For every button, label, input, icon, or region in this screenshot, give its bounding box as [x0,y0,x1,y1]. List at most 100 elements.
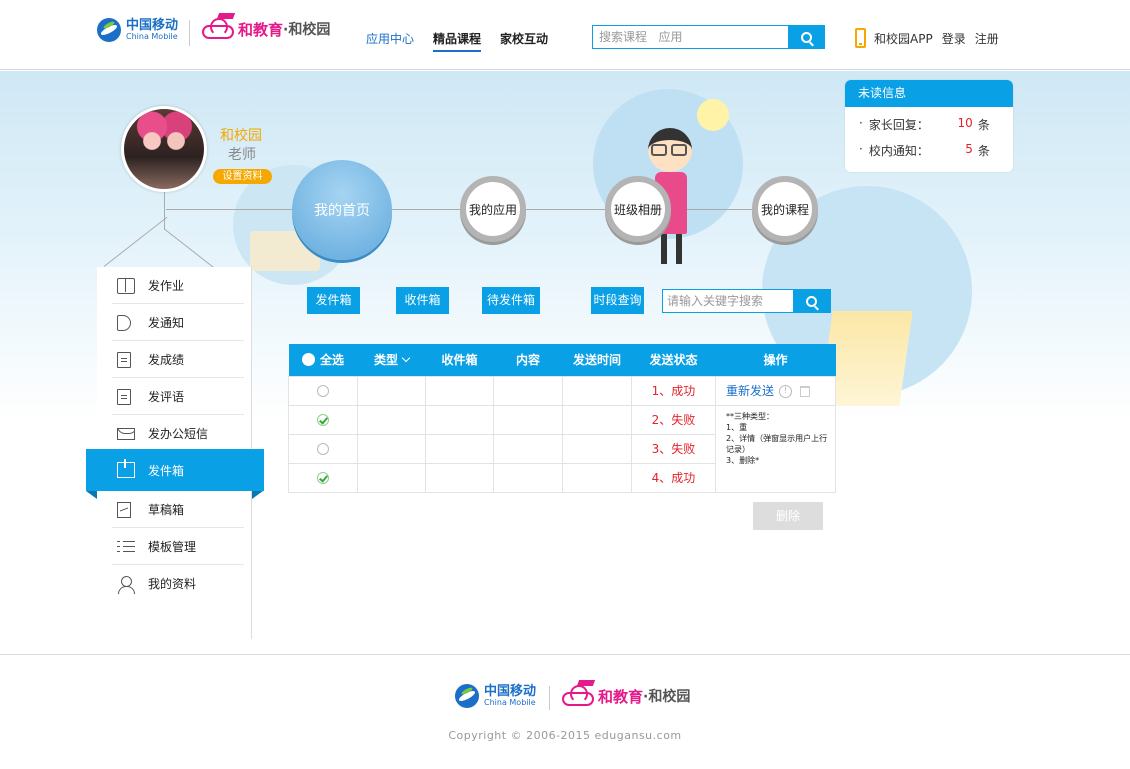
delete-button[interactable]: 删除 [753,502,823,530]
circle-nav-home[interactable]: 我的首页 [292,160,392,260]
sidebar-item-homework[interactable]: 发作业 [97,267,252,304]
sidebar-item-label: 我的资料 [148,577,197,591]
info-icon[interactable]: ! [779,385,793,398]
resend-button[interactable]: 重新发送 [726,384,774,398]
header: 中国移动 China Mobile 和教育 ·和校园 应用中心 精品课程 家校互… [0,0,1130,70]
unread-panel: 未读信息 · 家长回复： 10 条 · 校内通知： 5 条 [845,80,1013,172]
footer-china-mobile-logo: 中国移动 China Mobile [455,684,536,708]
footer-he-logo: 和教育 ·和校园 [560,680,690,709]
send-status: 4、成功 [631,462,716,493]
row-radio[interactable] [317,472,329,484]
china-mobile-en: China Mobile [484,698,536,707]
sidebar-item-templates[interactable]: 模板管理 [97,528,252,565]
he-jiaoyu-logo[interactable]: 和教育 ·和校园 [200,13,331,42]
avatar[interactable] [121,106,207,192]
profile-role: 老师 [228,147,256,163]
cloud-cap-icon [200,13,236,42]
unread-title: 未读信息 [845,80,1013,107]
sidebar-item-profile[interactable]: 我的资料 [97,565,252,602]
cloud-cap-icon [560,680,596,709]
comment-doc-icon [117,388,131,405]
action-note: **三种类型： 1、重 2、详情（弹窗显示用户上行记录） 3、删除* [726,411,828,465]
copyright: Copyright © 2006-2015 edugansu.com [448,729,682,742]
circle-nav-album[interactable]: 班级相册 [605,176,671,242]
row-radio[interactable] [317,414,329,426]
unread-count: 10 [957,116,973,130]
row-radio[interactable] [317,385,329,397]
phone-icon [855,28,866,48]
sidebar-item-outbox[interactable]: 发件箱 [86,449,264,491]
china-mobile-logo[interactable]: 中国移动 China Mobile [97,18,178,42]
sidebar-item-label: 发评语 [148,390,185,404]
sidebar-item-grades[interactable]: 发成绩 [97,341,252,378]
nav-featured-courses[interactable]: 精品课程 [433,30,482,52]
sidebar-item-label: 发作业 [148,279,185,293]
ribbon-fold [86,491,97,499]
search-icon [800,31,812,43]
sun-icon [697,99,729,131]
profile-settings-button[interactable]: 设置资料 [213,169,272,184]
inbox-header: 收件箱 [425,344,494,376]
outbox-table: 全选 类型 收件箱 内容 发送时间 发送状态 操作 1、成功 重新发送! 2、失… [288,344,836,493]
sidebar-item-label: 发通知 [148,316,185,330]
unread-label: 家长回复： [868,118,929,132]
status-header: 发送状态 [631,344,716,376]
unread-row-notice[interactable]: · 校内通知： 5 条 [845,142,1013,159]
china-mobile-en: China Mobile [126,32,178,41]
keyword-search [662,289,831,313]
unread-unit: 条 [977,144,990,158]
send-status: 2、失败 [631,404,716,435]
outbox-button[interactable]: 发件箱 [307,287,360,314]
app-link[interactable]: 和校园APP [874,30,933,47]
sidebar-item-label: 草稿箱 [148,503,185,517]
send-status: 3、失败 [631,433,716,464]
sidebar-item-drafts[interactable]: 草稿箱 [97,491,252,528]
register-link[interactable]: 注册 [975,30,999,47]
type-header[interactable]: 类型 [357,344,426,376]
select-all-radio[interactable] [301,353,315,367]
circle-nav-courses[interactable]: 我的课程 [752,176,818,242]
china-mobile-cn: 中国移动 [126,18,179,33]
outbox-icon [117,459,135,478]
action-header: 操作 [715,344,836,376]
unread-unit: 条 [977,118,990,132]
sidebar-item-comments[interactable]: 发评语 [97,378,252,415]
nav-app-center[interactable]: 应用中心 [366,30,414,52]
tree-line [164,192,165,230]
sidebar-item-notice[interactable]: 发通知 [97,304,252,341]
table-row: 1、成功 重新发送! [288,375,836,406]
keyword-search-input[interactable] [663,290,793,312]
select-all-header[interactable]: 全选 [288,344,358,376]
he-xiaoyuan-brand: ·和校园 [283,22,331,38]
sidebar-item-office-sms[interactable]: 发办公短信 [97,415,252,452]
sidebar-item-label: 发成绩 [148,353,185,367]
unread-row-parent[interactable]: · 家长回复： 10 条 [845,116,1013,133]
china-mobile-cn: 中国移动 [484,684,537,699]
keyword-search-button[interactable] [793,290,830,312]
megaphone-icon [117,314,131,331]
circle-nav-apps[interactable]: 我的应用 [460,176,526,242]
he-jiaoyu-brand: 和教育 [238,20,284,39]
period-query-button[interactable]: 时段查询 [591,287,644,314]
trash-icon[interactable] [800,386,811,397]
pending-outbox-button[interactable]: 待发件箱 [482,287,540,314]
unread-count: 5 [965,142,973,156]
content-header: 内容 [493,344,563,376]
row-radio[interactable] [317,443,329,455]
chevron-down-icon [401,354,411,363]
search-button[interactable] [788,26,824,48]
table-row: 2、失败 **三种类型： 1、重 2、详情（弹窗显示用户上行记录） 3、删除* [288,404,836,493]
action-note-cell: **三种类型： 1、重 2、详情（弹窗显示用户上行记录） 3、删除* [715,404,836,493]
china-mobile-logo-icon [97,18,121,42]
unread-label: 校内通知： [868,144,929,158]
sidebar-item-label: 发件箱 [148,463,185,478]
logo-divider [189,20,190,46]
header-search [592,25,825,49]
login-link[interactable]: 登录 [942,30,966,47]
table-header: 全选 类型 收件箱 内容 发送时间 发送状态 操作 [288,344,836,376]
he-jiaoyu-brand: 和教育 [598,687,644,706]
profile-name: 和校园 [220,128,262,144]
nav-home-school[interactable]: 家校互动 [500,30,548,52]
search-input[interactable] [593,26,788,48]
inbox-button[interactable]: 收件箱 [396,287,449,314]
